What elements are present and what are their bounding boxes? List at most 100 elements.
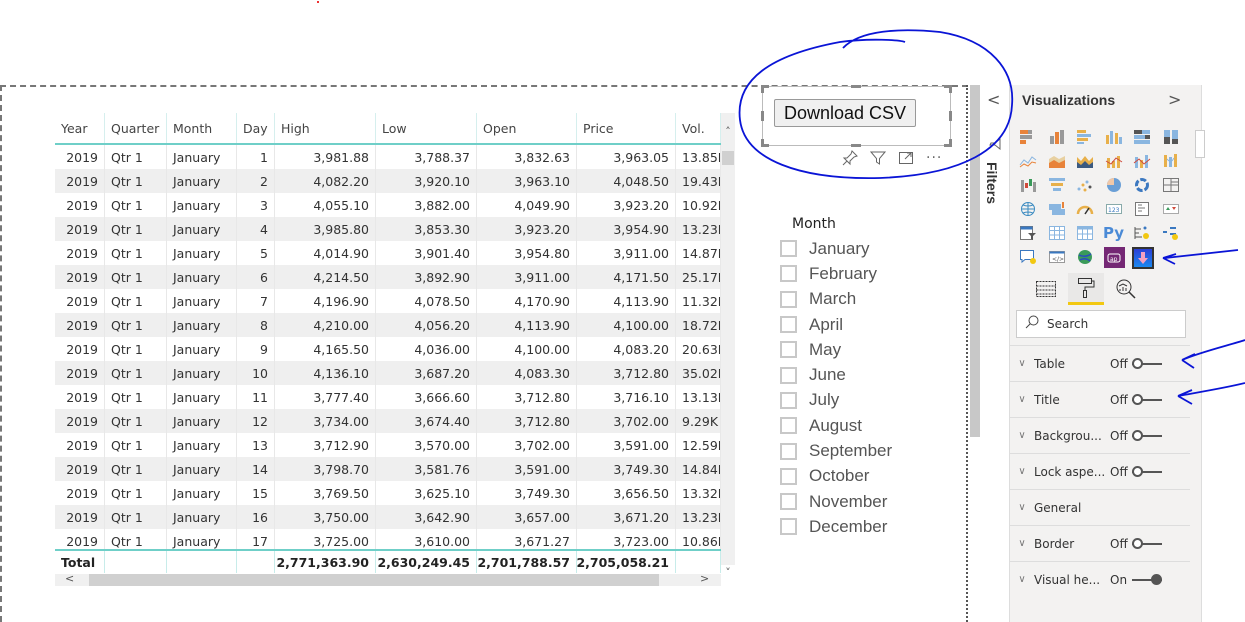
chevron-down-icon[interactable]: ∨ — [1010, 574, 1034, 585]
download-csv-button[interactable]: Download CSV — [774, 99, 916, 127]
table-row[interactable]: 2019 Qtr 1 January 14 3,798.70 3,581.76 3,591.… — [55, 457, 721, 481]
python-visual-icon[interactable]: Py — [1103, 223, 1124, 243]
format-section[interactable]: ∨ Table Off — [1010, 345, 1190, 381]
table-row[interactable]: 2019 Qtr 1 January 9 4,165.50 4,036.00 4,100.0… — [55, 337, 721, 361]
table-row[interactable]: 2019 Qtr 1 January 15 3,769.50 3,625.10 3,749.… — [55, 481, 721, 505]
table-row[interactable]: 2019 Qtr 1 January 13 3,712.90 3,570.00 3,702.… — [55, 433, 721, 457]
toggle-switch[interactable] — [1132, 573, 1162, 586]
chevron-down-icon[interactable]: ∨ — [1010, 502, 1034, 513]
toggle-knob[interactable] — [1132, 393, 1143, 405]
checkbox[interactable] — [780, 366, 797, 384]
table-row[interactable]: 2019 Qtr 1 January 11 3,777.40 3,666.60 3,712.… — [55, 385, 721, 409]
vertical-scrollbar[interactable]: ˄ ˅ — [721, 113, 735, 579]
col-header-low[interactable]: Low — [376, 113, 477, 143]
more-visuals-icon[interactable]: · — [1161, 247, 1181, 267]
slicer-item-august[interactable]: August — [780, 413, 892, 438]
filters-pane-label[interactable]: Filters — [984, 162, 1000, 204]
gauge-icon[interactable] — [1075, 199, 1095, 219]
globe-map-icon[interactable] — [1075, 247, 1095, 267]
analytics-tab[interactable] — [1108, 273, 1144, 305]
expand-pane-icon[interactable]: > — [1168, 90, 1181, 109]
format-section[interactable]: ∨ Border Off — [1010, 525, 1190, 561]
decomposition-tree-icon[interactable] — [1161, 223, 1181, 243]
toggle-knob[interactable] — [1132, 357, 1143, 369]
col-header-price[interactable]: Price — [577, 113, 676, 143]
toggle-switch[interactable] — [1132, 465, 1162, 478]
filled-map-icon[interactable] — [1047, 199, 1067, 219]
slicer-item-january[interactable]: January — [780, 236, 892, 261]
checkbox[interactable] — [780, 265, 797, 283]
checkbox[interactable] — [780, 467, 797, 485]
table-row[interactable]: 2019 Qtr 1 January 4 3,985.80 3,853.30 3,923.2… — [55, 217, 721, 241]
resize-handle[interactable] — [761, 111, 764, 121]
chevron-down-icon[interactable]: ∨ — [1010, 394, 1034, 405]
html-content-icon[interactable]: </> — [1047, 247, 1067, 267]
donut-chart-icon[interactable] — [1132, 175, 1152, 195]
100-stacked-column-chart-icon[interactable] — [1161, 127, 1181, 147]
checkbox[interactable] — [780, 518, 797, 536]
resize-handle[interactable] — [949, 111, 952, 121]
slicer-item-september[interactable]: September — [780, 438, 892, 463]
slicer-item-march[interactable]: March — [780, 287, 892, 312]
chevron-down-icon[interactable]: ∨ — [1010, 430, 1034, 441]
horizontal-scroll-thumb[interactable] — [89, 574, 659, 586]
format-section[interactable]: ∨ Visual he... On — [1010, 561, 1190, 597]
resize-handle[interactable] — [761, 139, 764, 147]
checkbox[interactable] — [780, 341, 797, 359]
table-visual[interactable]: Year Quarter Month Day High Low Open Pri… — [55, 113, 735, 588]
line-chart-icon[interactable] — [1018, 151, 1038, 171]
scroll-up-icon[interactable]: ˄ — [721, 125, 735, 138]
col-header-quarter[interactable]: Quarter — [105, 113, 167, 143]
filter-icon[interactable] — [869, 150, 887, 170]
fields-tab[interactable] — [1028, 273, 1064, 305]
table-row[interactable]: 2019 Qtr 1 January 6 4,214.50 3,892.90 3,911.0… — [55, 265, 721, 289]
slicer-item-november[interactable]: November — [780, 489, 892, 514]
pie-chart-icon[interactable] — [1104, 175, 1124, 195]
toggle-knob[interactable] — [1132, 537, 1143, 549]
format-section[interactable]: ∨ General — [1010, 489, 1190, 525]
clustered-bar-chart-icon[interactable] — [1075, 127, 1095, 147]
checkbox[interactable] — [780, 442, 797, 460]
chevron-down-icon[interactable]: ∨ — [1010, 466, 1034, 477]
multi-row-card-icon[interactable] — [1132, 199, 1152, 219]
table-row[interactable]: 2019 Qtr 1 January 1 3,981.88 3,788.37 3,832.6… — [55, 145, 721, 169]
col-header-year[interactable]: Year — [55, 113, 105, 143]
table-row[interactable]: 2019 Qtr 1 January 17 3,725.00 3,610.00 3,671.… — [55, 529, 721, 549]
checkbox[interactable] — [780, 290, 797, 308]
map-icon[interactable] — [1018, 199, 1038, 219]
treemap-icon[interactable] — [1161, 175, 1181, 195]
horizontal-scrollbar[interactable]: < > — [55, 572, 721, 586]
card-icon[interactable]: 123 — [1104, 199, 1124, 219]
table-row[interactable]: 2019 Qtr 1 January 3 4,055.10 3,882.00 4,049.9… — [55, 193, 721, 217]
key-influencers-icon[interactable] — [1132, 223, 1152, 243]
scatter-chart-icon[interactable] — [1075, 175, 1095, 195]
col-header-open[interactable]: Open — [477, 113, 577, 143]
scroll-left-icon[interactable]: < — [65, 572, 74, 585]
slicer-item-december[interactable]: December — [780, 514, 892, 539]
slicer-item-april[interactable]: April — [780, 312, 892, 337]
table-row[interactable]: 2019 Qtr 1 January 7 4,196.90 4,078.50 4,170.9… — [55, 289, 721, 313]
stacked-column-chart-icon[interactable] — [1047, 127, 1067, 147]
toggle-switch[interactable] — [1132, 393, 1162, 406]
slicer-icon[interactable] — [1018, 223, 1038, 243]
slicer-item-may[interactable]: May — [780, 337, 892, 362]
format-tab[interactable] — [1068, 273, 1104, 305]
matrix-icon[interactable] — [1075, 223, 1095, 243]
format-section[interactable]: ∨ Lock aspe... Off — [1010, 453, 1190, 489]
area-chart-icon[interactable] — [1047, 151, 1067, 171]
table-row[interactable]: 2019 Qtr 1 January 10 4,136.10 3,687.20 4,083.… — [55, 361, 721, 385]
toggle-switch[interactable] — [1132, 537, 1162, 550]
waterfall-chart-icon[interactable] — [1018, 175, 1038, 195]
funnel-chart-icon[interactable] — [1047, 175, 1067, 195]
slicer-item-october[interactable]: October — [780, 464, 892, 489]
table-row[interactable]: 2019 Qtr 1 January 2 4,082.20 3,920.10 3,963.1… — [55, 169, 721, 193]
resize-handle[interactable] — [761, 85, 764, 93]
toggle-switch[interactable] — [1132, 357, 1162, 370]
checkbox[interactable] — [780, 417, 797, 435]
col-header-high[interactable]: High — [275, 113, 376, 143]
toggle-knob[interactable] — [1151, 573, 1162, 585]
format-section[interactable]: ∨ Backgrou... Off — [1010, 417, 1190, 453]
resize-handle[interactable] — [851, 85, 861, 88]
checkbox[interactable] — [780, 316, 797, 334]
line-and-stacked-column-icon[interactable] — [1104, 151, 1124, 171]
